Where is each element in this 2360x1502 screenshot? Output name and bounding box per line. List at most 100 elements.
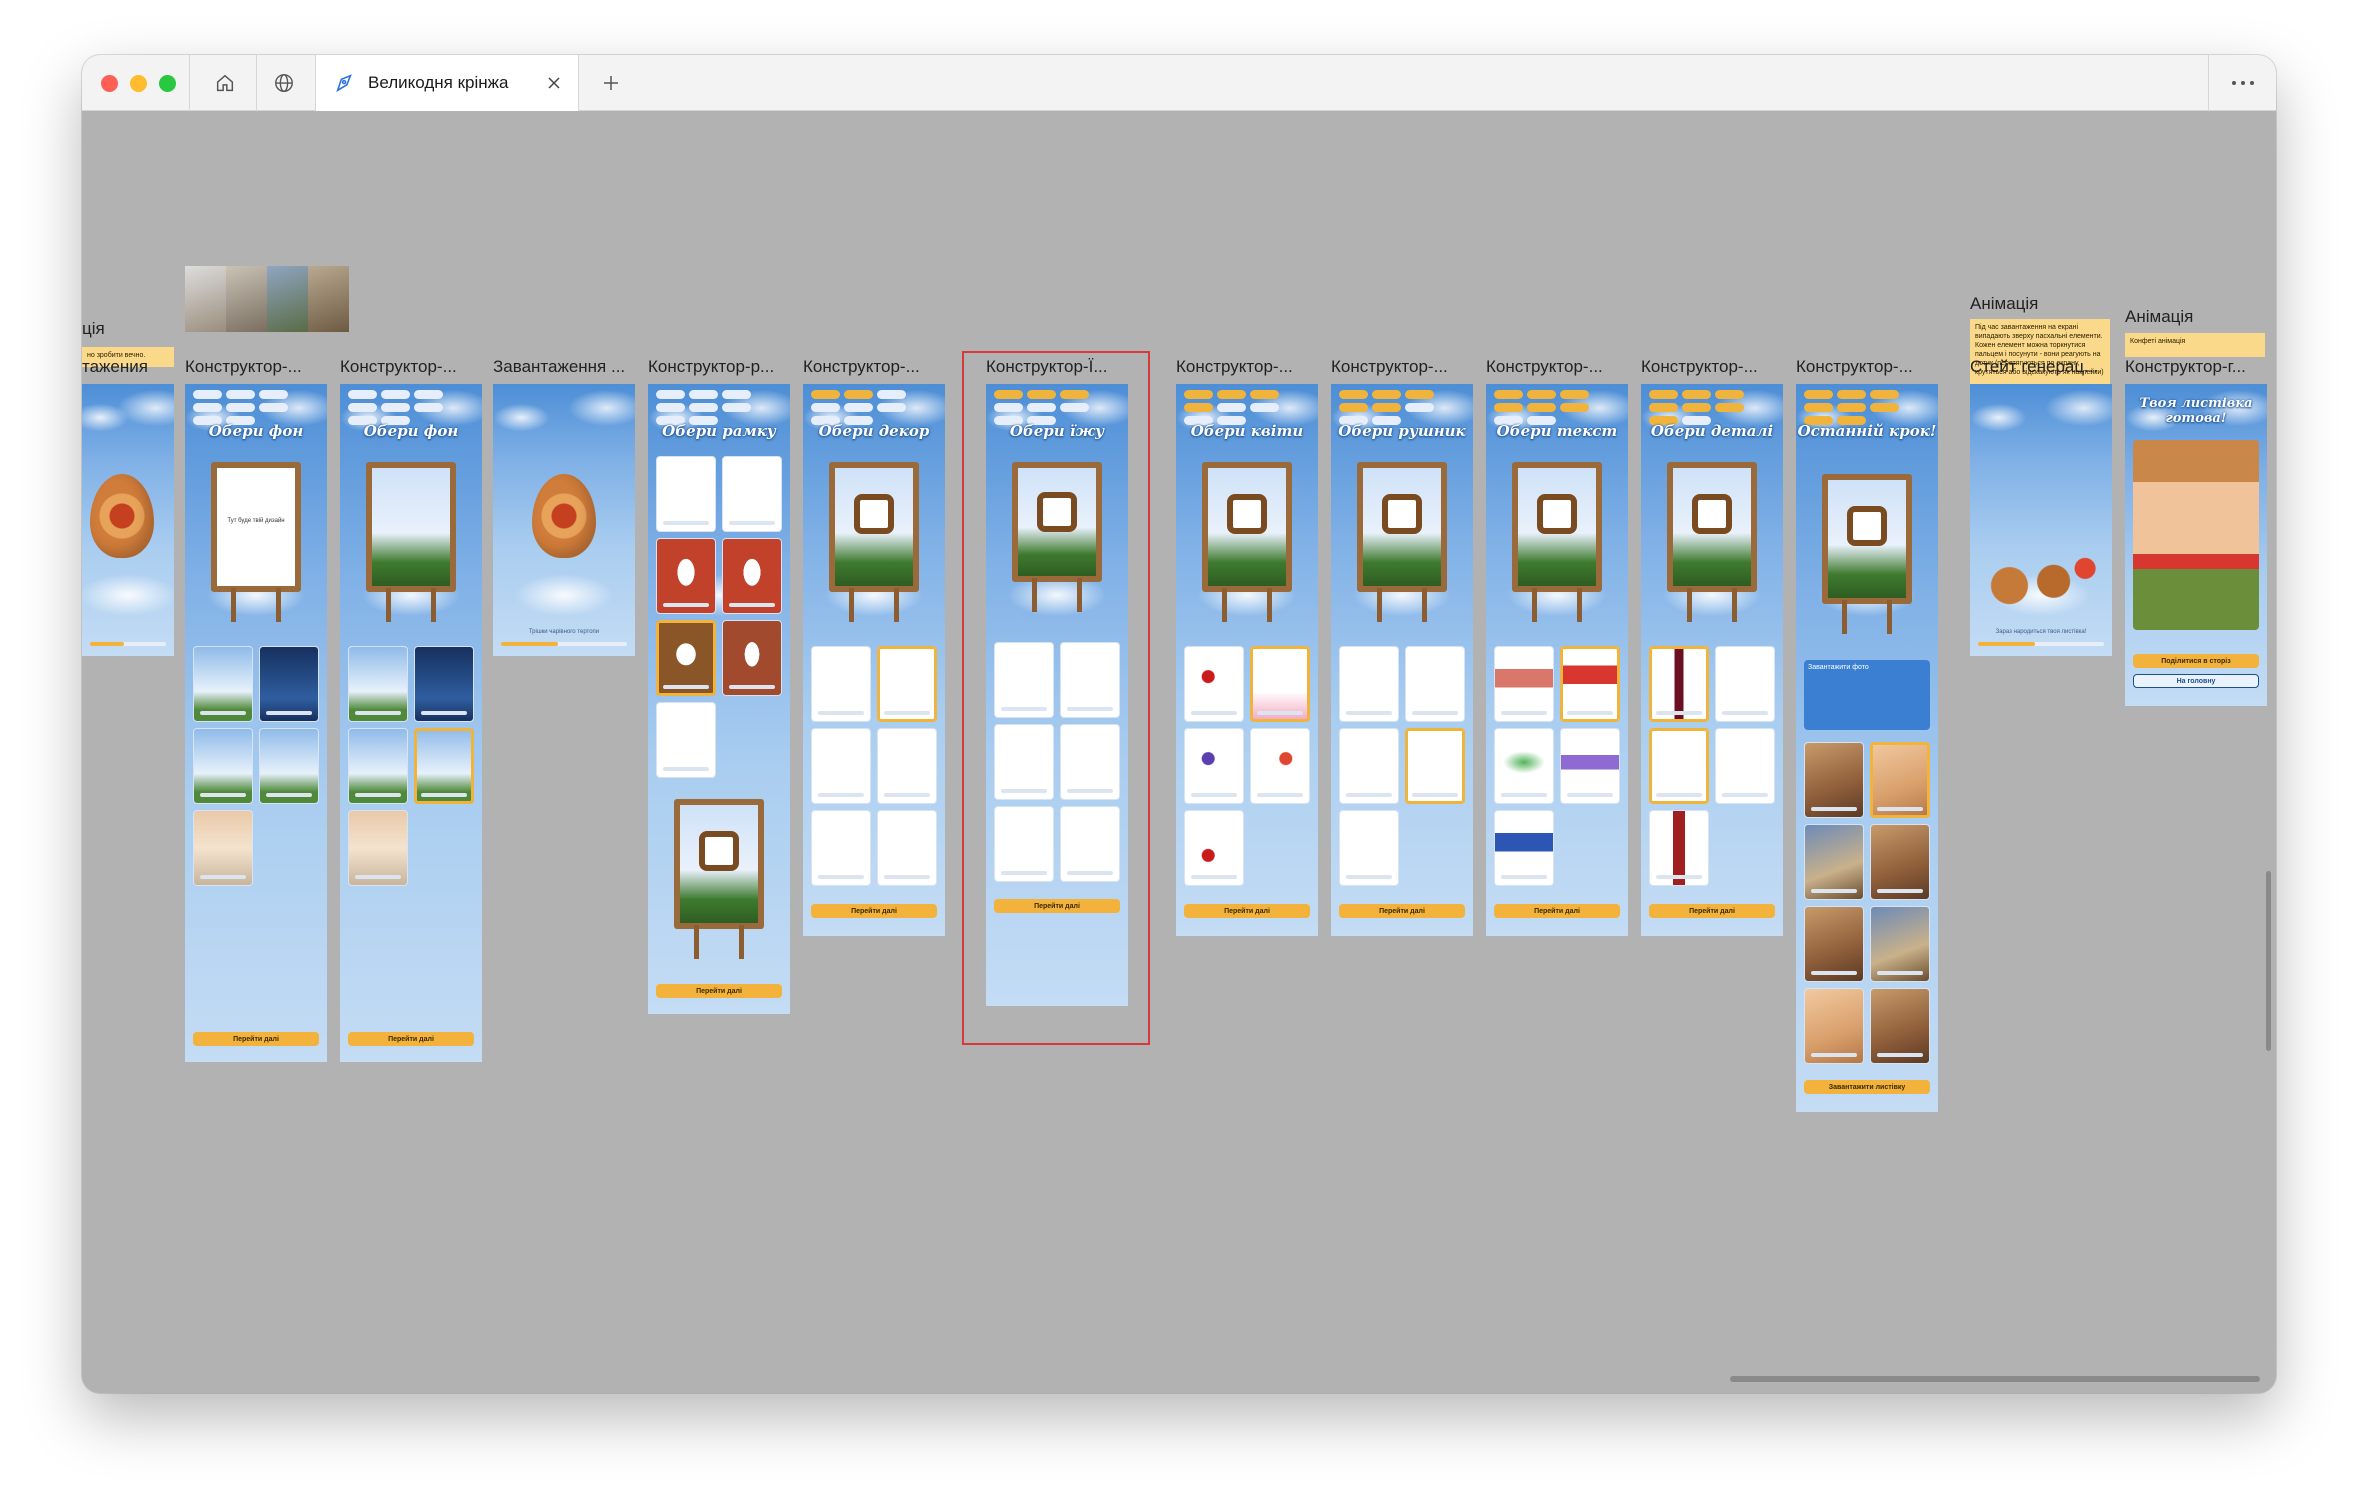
frame-choose-flowers[interactable]: Обери квіти Перейти далі — [1176, 384, 1318, 936]
photo-option[interactable] — [1804, 988, 1864, 1064]
minimize-window-button[interactable] — [130, 75, 147, 92]
photo-option-selected[interactable] — [1870, 742, 1930, 818]
close-window-button[interactable] — [101, 75, 118, 92]
frame-label: Конструктор-... — [1486, 357, 1603, 376]
option-card[interactable] — [193, 728, 253, 804]
frame-last-step[interactable]: Останній крок! Завантажити фото Завантаж… — [1796, 384, 1938, 1112]
frame-label: ція — [82, 319, 105, 338]
photo-option[interactable] — [1870, 906, 1930, 982]
tab-velykodnia[interactable]: Великодня крінжа — [315, 55, 579, 112]
globe-button[interactable] — [256, 62, 312, 104]
option-card-selected[interactable] — [656, 620, 716, 696]
option-card[interactable] — [1339, 810, 1399, 886]
annotation-heading: Анімація — [2125, 307, 2194, 326]
frame-choose-towel[interactable]: Обери рушник Перейти далі — [1331, 384, 1473, 936]
option-card-selected[interactable] — [414, 728, 474, 804]
new-tab-button[interactable] — [589, 62, 633, 104]
next-button[interactable]: Перейти далі — [193, 1032, 319, 1046]
image-thumbnails[interactable] — [185, 266, 349, 332]
option-card[interactable] — [348, 646, 408, 722]
option-card-selected[interactable] — [1649, 728, 1709, 804]
frame-choose-details[interactable]: Обери деталі Перейти далі — [1641, 384, 1783, 936]
option-card[interactable] — [1649, 810, 1709, 886]
home-button[interactable] — [197, 62, 253, 104]
option-card[interactable] — [656, 702, 716, 778]
next-button[interactable]: Перейти далі — [1494, 904, 1620, 918]
option-card[interactable] — [1494, 810, 1554, 886]
photo-option[interactable] — [1804, 824, 1864, 900]
upload-photo-panel[interactable]: Завантажити фото — [1804, 660, 1930, 730]
option-card-selected[interactable] — [1250, 646, 1310, 722]
photo-option[interactable] — [1804, 906, 1864, 982]
frame-loading[interactable]: Трішки чарівного тертопи — [493, 384, 635, 656]
next-button[interactable]: Перейти далі — [1649, 904, 1775, 918]
frame-choose-decor[interactable]: Обери декор Перейти далі — [803, 384, 945, 936]
option-card-selected[interactable] — [1560, 646, 1620, 722]
option-card[interactable] — [1715, 646, 1775, 722]
frame-partial[interactable] — [82, 384, 174, 656]
option-card[interactable] — [656, 456, 716, 532]
thumbnail[interactable] — [308, 266, 349, 332]
option-card[interactable] — [811, 728, 871, 804]
blank-preview-text: Тут буде твій дизайн — [227, 518, 285, 524]
option-card[interactable] — [811, 646, 871, 722]
frame-choose-background-1[interactable]: Обери фон Тут буде твій дизайн Перейти д… — [185, 384, 327, 1062]
frame-card-ready[interactable]: Твоя листівка готова! Поділитися в сторі… — [2125, 384, 2267, 706]
option-card[interactable] — [414, 646, 474, 722]
thumbnail[interactable] — [185, 266, 226, 332]
option-card[interactable] — [1494, 646, 1554, 722]
frame-choose-background-2[interactable]: Обери фон Перейти далі — [340, 384, 482, 1062]
frame-label: Конструктор-р... — [648, 357, 775, 376]
zoom-window-button[interactable] — [159, 75, 176, 92]
option-card[interactable] — [1184, 646, 1244, 722]
thumbnail[interactable] — [267, 266, 308, 332]
option-card-selected[interactable] — [877, 646, 937, 722]
frame-choose-text[interactable]: Обери текст Перейти далі — [1486, 384, 1628, 936]
option-card[interactable] — [1405, 646, 1465, 722]
option-card[interactable] — [1339, 646, 1399, 722]
option-card[interactable] — [1715, 728, 1775, 804]
next-button[interactable]: Перейти далі — [1339, 904, 1465, 918]
share-stories-button[interactable]: Поділитися в сторіз — [2133, 654, 2259, 668]
option-card[interactable] — [193, 810, 253, 886]
option-card[interactable] — [722, 456, 782, 532]
option-card[interactable] — [1339, 728, 1399, 804]
next-button[interactable]: Перейти далі — [348, 1032, 474, 1046]
option-card[interactable] — [348, 728, 408, 804]
option-card[interactable] — [877, 810, 937, 886]
option-card-selected[interactable] — [1405, 728, 1465, 804]
vertical-scrollbar[interactable] — [2266, 871, 2271, 1051]
more-button[interactable] — [2208, 55, 2276, 111]
next-button[interactable]: Перейти далі — [656, 984, 782, 998]
option-card[interactable] — [811, 810, 871, 886]
option-card[interactable] — [1184, 810, 1244, 886]
easel-preview — [366, 462, 456, 622]
option-card[interactable] — [1494, 728, 1554, 804]
frame-generating-state[interactable]: Зараз народиться твоя листівка! — [1970, 384, 2112, 656]
option-card[interactable] — [1250, 728, 1310, 804]
frame-choose-frame[interactable]: Обери рамку Перейти далі — [648, 384, 790, 1014]
download-card-button[interactable]: Завантажити листівку — [1804, 1080, 1930, 1094]
close-tab-button[interactable] — [542, 71, 566, 95]
option-card[interactable] — [1184, 728, 1244, 804]
option-card[interactable] — [259, 728, 319, 804]
horizontal-scrollbar[interactable] — [1730, 1376, 2260, 1382]
option-card[interactable] — [1560, 728, 1620, 804]
option-card[interactable] — [259, 646, 319, 722]
option-card[interactable] — [877, 728, 937, 804]
photo-option[interactable] — [1804, 742, 1864, 818]
option-card[interactable] — [348, 810, 408, 886]
more-dots-icon — [2231, 81, 2254, 85]
option-card-selected[interactable] — [1649, 646, 1709, 722]
photo-option[interactable] — [1870, 824, 1930, 900]
home-button[interactable]: На головну — [2133, 674, 2259, 688]
next-button[interactable]: Перейти далі — [1184, 904, 1310, 918]
option-card[interactable] — [656, 538, 716, 614]
option-card[interactable] — [722, 538, 782, 614]
option-card[interactable] — [722, 620, 782, 696]
design-canvas[interactable]: ція но зробити вечно. тажения Конструкто… — [82, 111, 2276, 1393]
next-button[interactable]: Перейти далі — [811, 904, 937, 918]
option-card[interactable] — [193, 646, 253, 722]
thumbnail[interactable] — [226, 266, 267, 332]
photo-option[interactable] — [1870, 988, 1930, 1064]
